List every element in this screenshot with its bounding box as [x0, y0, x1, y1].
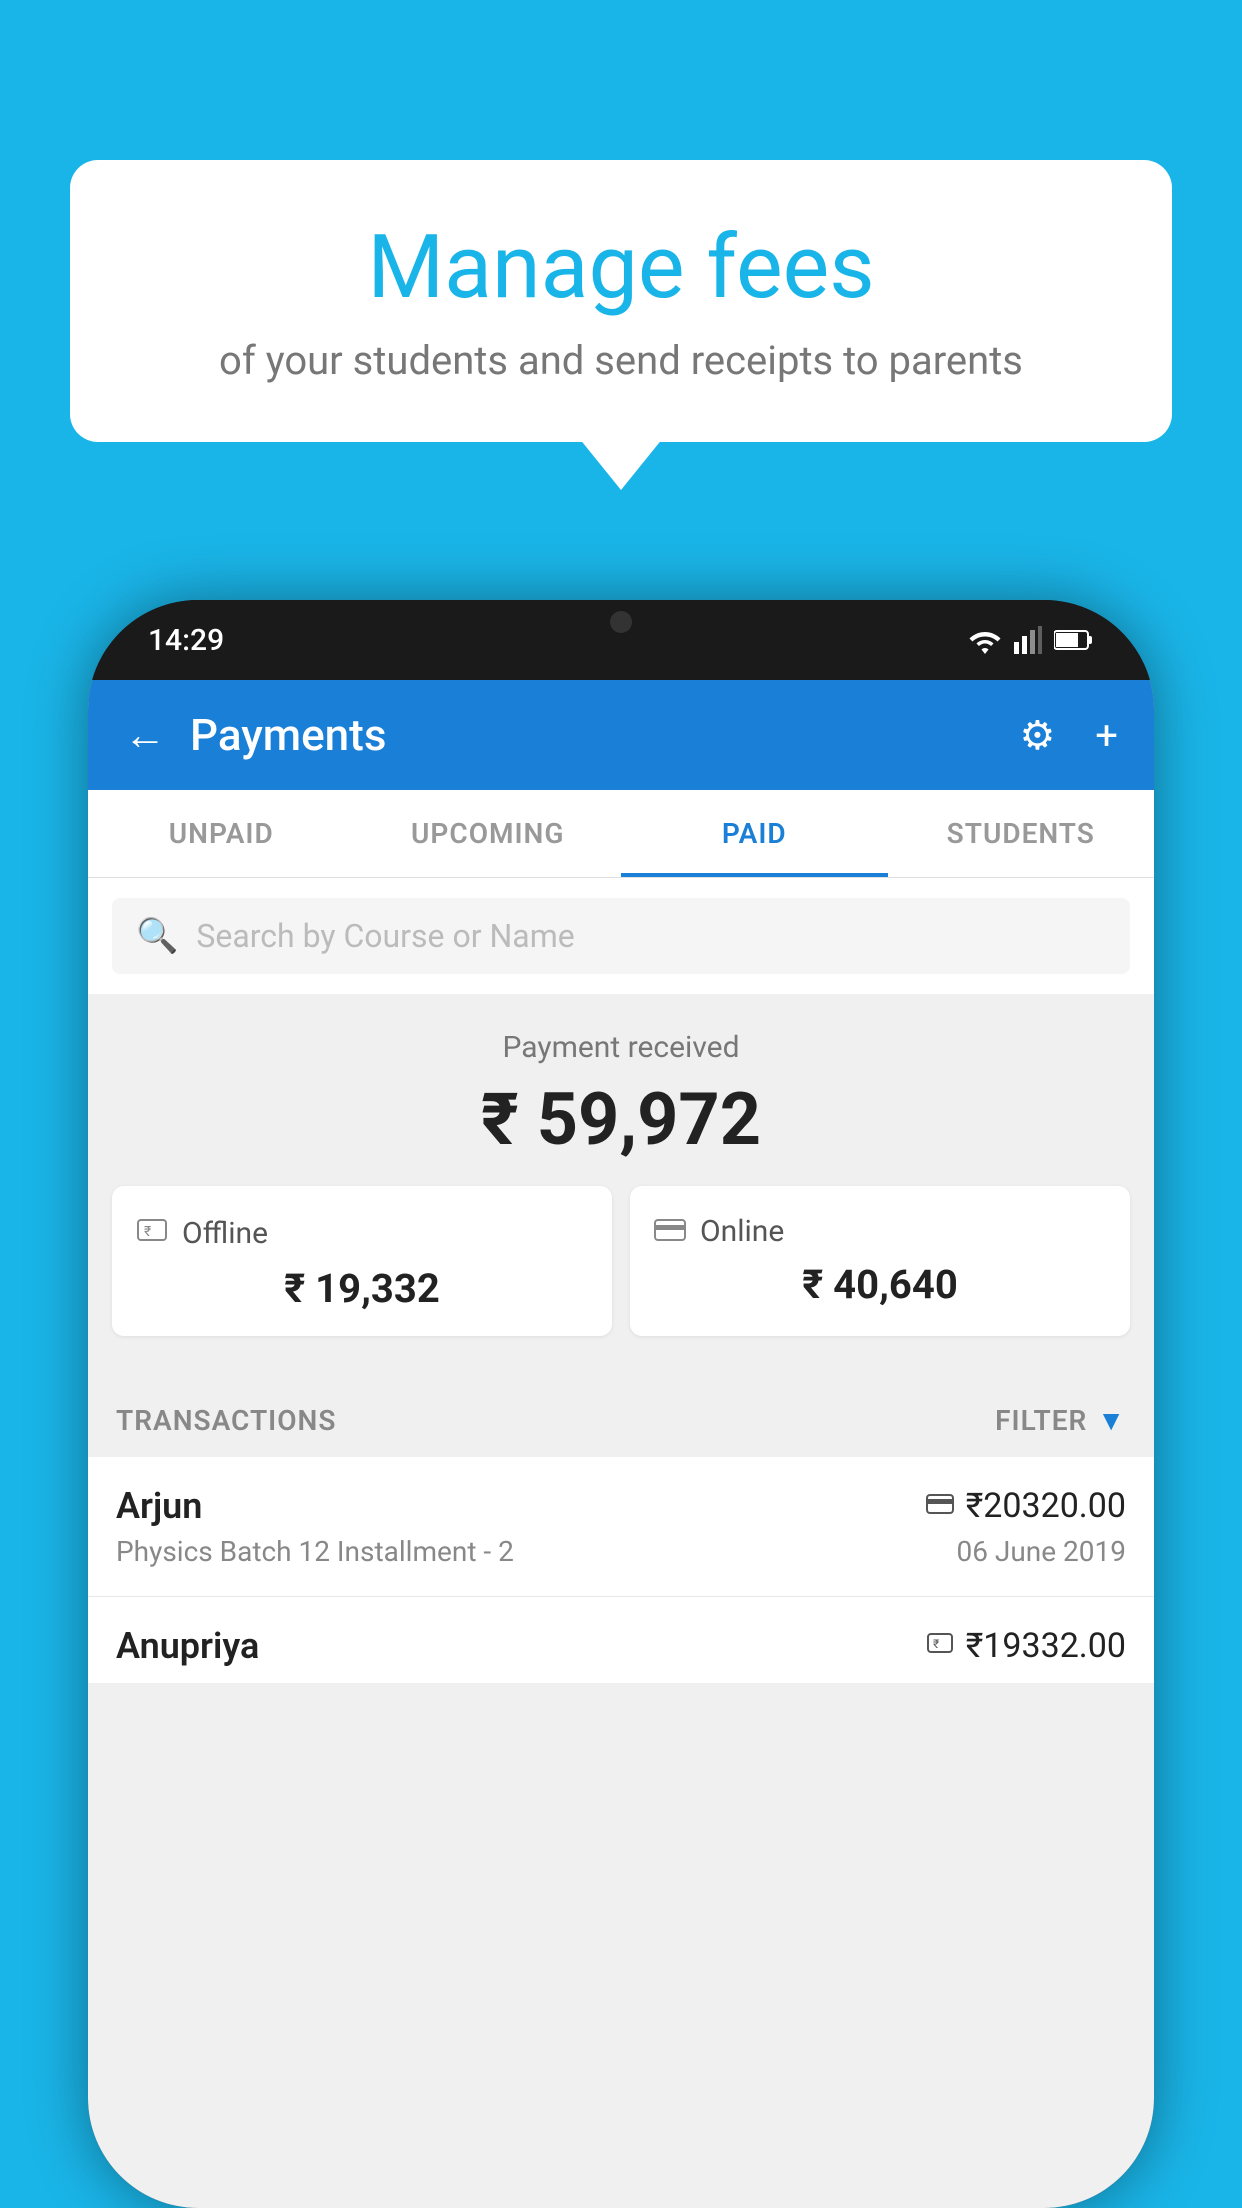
transaction-amount: ₹19332.00	[966, 1626, 1126, 1666]
payment-type-icon	[926, 1491, 954, 1521]
payment-cards: ₹ Offline ₹ 19,332	[112, 1186, 1130, 1360]
filter-button[interactable]: FILTER ▼	[995, 1404, 1126, 1437]
transaction-name: Arjun	[116, 1485, 202, 1527]
add-icon[interactable]: +	[1095, 712, 1118, 759]
tab-upcoming[interactable]: UPCOMING	[355, 790, 622, 877]
tab-unpaid[interactable]: UNPAID	[88, 790, 355, 877]
status-bar: 14:29	[88, 600, 1154, 680]
battery-icon	[1054, 629, 1094, 651]
filter-icon: ▼	[1097, 1404, 1126, 1437]
cash-payment-icon: ₹	[926, 1629, 954, 1664]
transaction-amount-wrap: ₹20320.00	[926, 1486, 1126, 1526]
app-bar: ← Payments ⚙ +	[88, 680, 1154, 790]
bubble-title: Manage fees	[120, 220, 1122, 317]
search-placeholder: Search by Course or Name	[196, 917, 574, 955]
transaction-amount-wrap: ₹ ₹19332.00	[926, 1626, 1126, 1666]
tab-paid[interactable]: PAID	[621, 790, 888, 877]
online-amount: ₹ 40,640	[654, 1261, 1106, 1308]
online-payment-card: Online ₹ 40,640	[630, 1186, 1130, 1336]
online-card-header: Online	[654, 1214, 1106, 1249]
search-icon: 🔍	[136, 916, 178, 956]
offline-amount: ₹ 19,332	[136, 1265, 588, 1312]
phone-screen: ← Payments ⚙ + UNPAID UPCOMING PAID STUD…	[88, 680, 1154, 2208]
bubble-subtitle: of your students and send receipts to pa…	[120, 335, 1122, 387]
settings-icon[interactable]: ⚙	[1019, 712, 1055, 759]
transaction-amount: ₹20320.00	[966, 1486, 1126, 1526]
svg-text:₹: ₹	[933, 1637, 939, 1651]
screen-title: Payments	[190, 709, 979, 761]
camera	[610, 611, 632, 633]
signal-icon	[1014, 626, 1042, 654]
tabs-container: UNPAID UPCOMING PAID STUDENTS	[88, 790, 1154, 878]
payment-received-label: Payment received	[112, 1030, 1130, 1065]
transaction-item[interactable]: Arjun ₹20320.00 Physics Batch 12 Install…	[88, 1457, 1154, 1597]
card-icon	[654, 1215, 686, 1248]
speech-bubble: Manage fees of your students and send re…	[70, 160, 1172, 442]
status-time: 14:29	[148, 623, 224, 658]
online-label: Online	[700, 1214, 784, 1249]
transaction-date: 06 June 2019	[956, 1535, 1126, 1568]
phone-notch	[541, 600, 701, 644]
offline-card-header: ₹ Offline	[136, 1214, 588, 1253]
transaction-name: Anupriya	[116, 1625, 259, 1667]
phone-device: 14:29 ←	[88, 600, 1154, 2208]
payment-received-amount: ₹ 59,972	[112, 1077, 1130, 1162]
offline-label: Offline	[182, 1216, 268, 1251]
cash-icon: ₹	[136, 1214, 168, 1253]
offline-payment-card: ₹ Offline ₹ 19,332	[112, 1186, 612, 1336]
status-icons	[968, 626, 1094, 654]
transaction-item-partial[interactable]: Anupriya ₹ ₹19332.00	[88, 1597, 1154, 1683]
search-bar[interactable]: 🔍 Search by Course or Name	[112, 898, 1130, 974]
search-container: 🔍 Search by Course or Name	[88, 878, 1154, 994]
svg-text:₹: ₹	[144, 1224, 151, 1240]
transaction-course: Physics Batch 12 Installment - 2	[116, 1535, 514, 1568]
payment-received-section: Payment received ₹ 59,972 ₹ Offline	[88, 994, 1154, 1384]
back-button[interactable]: ←	[124, 711, 166, 760]
tab-students[interactable]: STUDENTS	[888, 790, 1155, 877]
wifi-icon	[968, 626, 1002, 654]
transactions-label: TRANSACTIONS	[116, 1404, 336, 1437]
transactions-header: TRANSACTIONS FILTER ▼	[88, 1384, 1154, 1457]
